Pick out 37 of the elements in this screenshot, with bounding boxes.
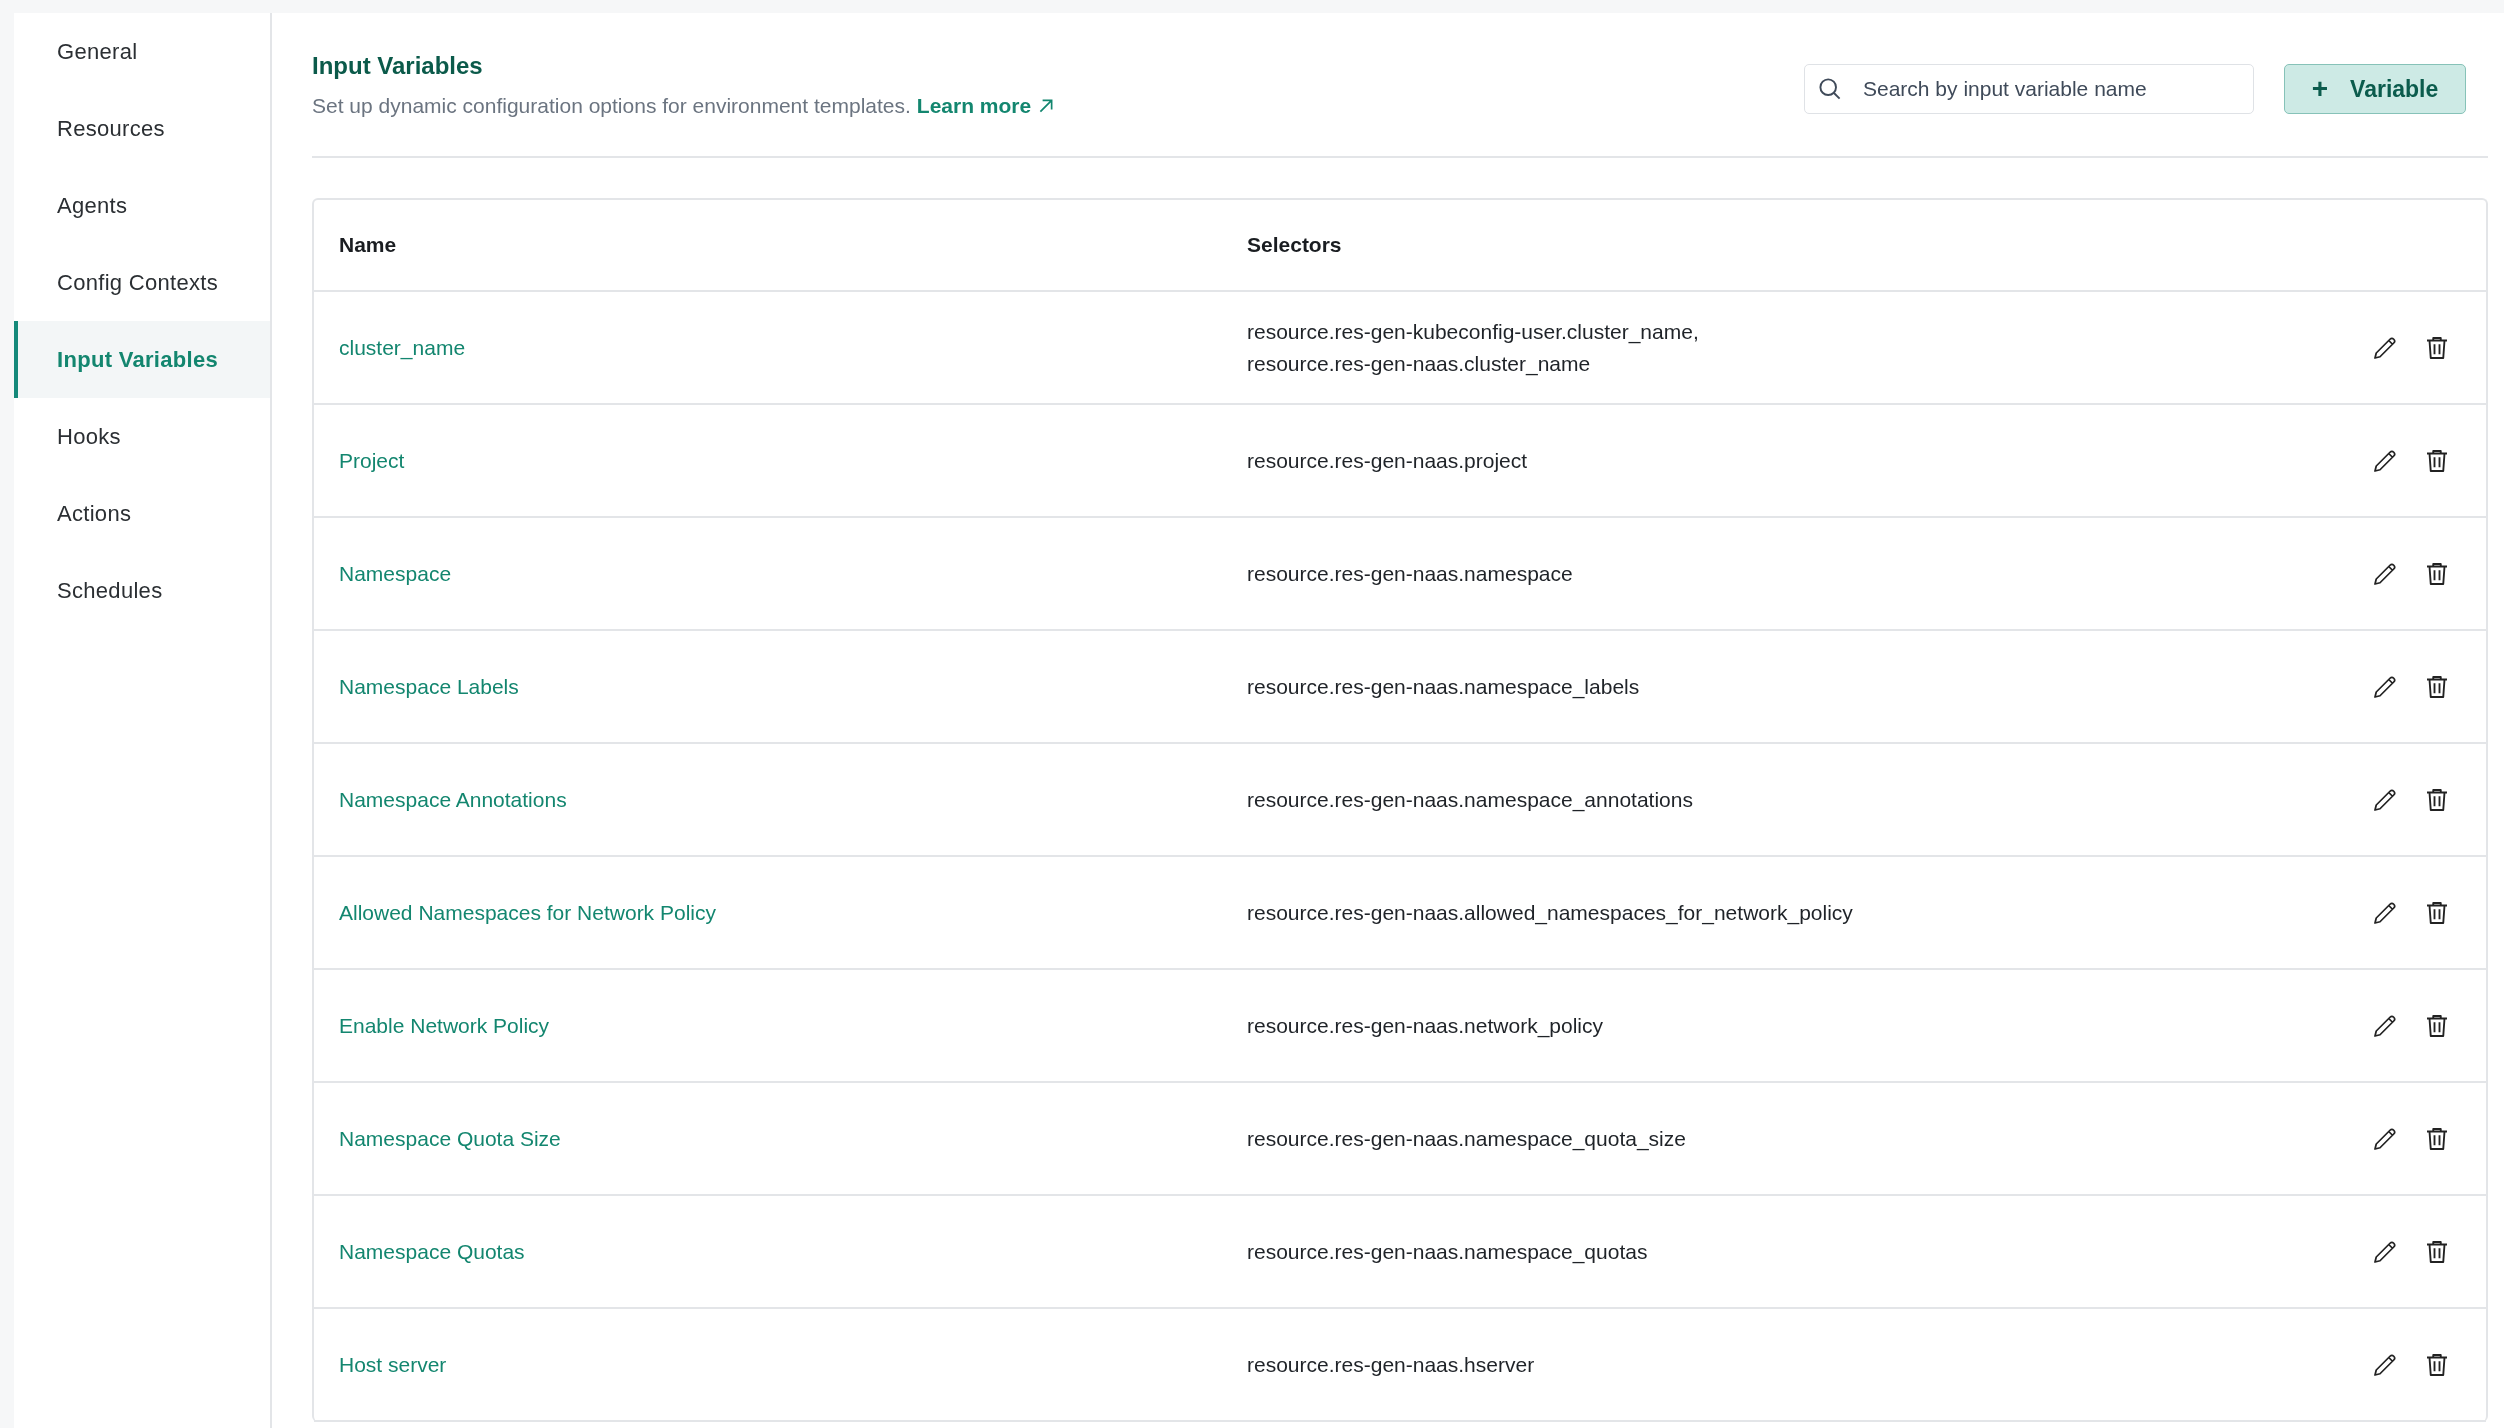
sidebar-item[interactable]: Config Contexts [14,244,270,321]
sidebar-item[interactable]: Schedules [14,552,270,629]
add-variable-button[interactable]: + Variable [2284,64,2466,114]
selector-text: resource.res-gen-naas.namespace_labels [1247,673,1641,701]
selector-text: resource.res-gen-naas.cluster_name [1247,350,1592,378]
selector-text: resource.res-gen-naas.network_policy [1247,1012,1604,1040]
sidebar-item[interactable]: Agents [14,167,270,244]
selector-text: resource.res-gen-naas.namespace [1247,560,1574,587]
page-description: Set up dynamic configuration options for environment templates. [312,94,911,118]
variable-name-link[interactable]: Project [314,448,1247,473]
selector-text: resource.res-gen-naas.namespace_annotations [1247,786,1694,814]
variable-name-link[interactable]: Allowed Namespaces for Network Policy [314,900,1247,925]
selector-text: resource.res-gen-naas.namespace_quota_size [1247,1125,1687,1153]
sidebar-item[interactable]: Hooks [14,398,270,475]
variable-name-link[interactable]: Namespace Quota Size [314,1126,1247,1151]
page-title: Input Variables [312,52,484,80]
selector-text: resource.res-gen-naas.allowed_namespaces_for_network_policy [1247,899,1854,927]
variable-name-link[interactable]: Namespace Annotations [314,787,1247,812]
variable-name-link[interactable]: Host server [314,1352,1247,1377]
sidebar-item[interactable]: Resources [14,90,270,167]
search-field[interactable]: Search by input variable name [1804,64,2254,114]
column-header: Name [338,233,398,257]
variable-name-link[interactable]: Namespace [314,561,1247,586]
column-header: Selectors [1247,233,1343,257]
variable-name-link[interactable]: Namespace Labels [314,674,1247,699]
sidebar-item[interactable]: Actions [14,475,270,552]
search-icon [1818,77,1842,101]
selector-text: resource.res-gen-naas.hserver [1247,1351,1536,1378]
sidebar-item[interactable]: Input Variables [14,321,270,398]
selector-text: resource.res-gen-naas.project [1247,447,1529,474]
variable-name-link[interactable]: Enable Network Policy [314,1013,1247,1038]
variable-name-link[interactable]: cluster_name [314,335,1247,360]
sidebar-item[interactable]: General [14,13,270,90]
selector-text: resource.res-gen-kubeconfig-user.cluster_name, [1247,318,1700,346]
selector-text: resource.res-gen-naas.namespace_quotas [1247,1238,1649,1266]
learn-more-link[interactable]: Learn more [916,94,1056,118]
variable-name-link[interactable]: Namespace Quotas [314,1239,1247,1264]
